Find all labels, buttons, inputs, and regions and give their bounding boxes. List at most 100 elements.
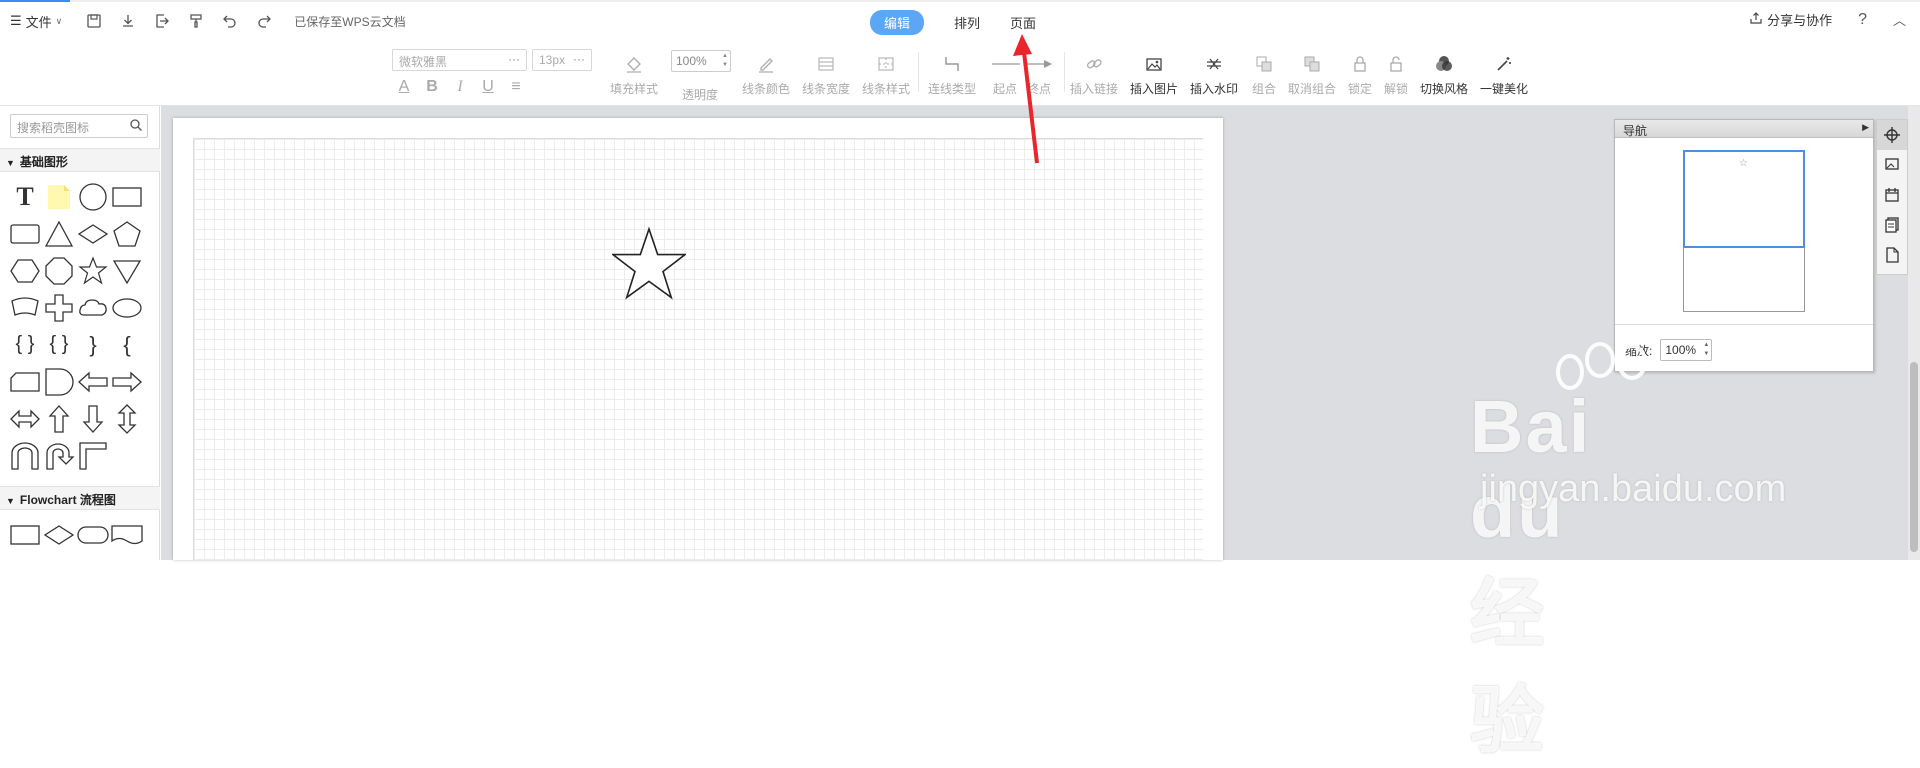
arrow-left-right-shape[interactable]: [8, 400, 42, 437]
arrow-left-shape[interactable]: [76, 363, 110, 400]
font-size-select[interactable]: 13px ···: [532, 49, 592, 71]
empty-cell: [110, 437, 144, 474]
circle-shape[interactable]: [76, 178, 110, 215]
text-shape[interactable]: T: [8, 178, 42, 215]
u-turn-arrow-shape[interactable]: [42, 437, 76, 474]
underline-icon[interactable]: U: [480, 78, 496, 96]
lock-button[interactable]: 锁定: [1348, 48, 1372, 97]
format-painter-icon[interactable]: [186, 11, 206, 31]
collapse-icon[interactable]: ︿: [1893, 10, 1906, 29]
ungroup-label: 取消组合: [1288, 82, 1337, 96]
document-icon[interactable]: [1877, 240, 1907, 270]
line-style-button[interactable]: 线条样式: [862, 48, 910, 97]
card-shape[interactable]: [8, 363, 42, 400]
right-tool-strip: [1876, 119, 1908, 275]
rectangle-shape[interactable]: [110, 178, 144, 215]
search-placeholder: 搜索稻壳图标: [17, 121, 90, 135]
lock-label: 锁定: [1348, 82, 1373, 96]
star-shape-on-canvas[interactable]: [610, 226, 688, 303]
line-width-button[interactable]: 线条宽度: [802, 48, 850, 97]
diagram-page[interactable]: [173, 118, 1223, 560]
line-color-label: 线条颜色: [742, 82, 791, 96]
scrollbar-thumb[interactable]: [1910, 362, 1918, 552]
align-icon[interactable]: ≡: [508, 78, 524, 96]
arrow-up-down-shape[interactable]: [110, 400, 144, 437]
banner-shape[interactable]: [8, 289, 42, 326]
rounded-rect-shape[interactable]: [8, 215, 42, 252]
vertical-scrollbar[interactable]: [1908, 106, 1920, 560]
export-icon[interactable]: [152, 11, 172, 31]
connector-type-button[interactable]: 连线类型: [928, 48, 976, 97]
tab-edit[interactable]: 编辑: [870, 10, 925, 35]
font-color-icon[interactable]: A: [396, 78, 412, 96]
diamond-shape[interactable]: [76, 215, 110, 252]
divider: [1064, 52, 1065, 92]
funnel-shape[interactable]: [110, 252, 144, 289]
font-family-select[interactable]: 微软雅黑 ···: [392, 49, 527, 71]
left-brace-shape[interactable]: {: [110, 326, 144, 363]
octagon-shape[interactable]: [42, 252, 76, 289]
pentagon-shape[interactable]: [110, 215, 144, 252]
redo-icon[interactable]: [254, 11, 274, 31]
insert-link-button[interactable]: 插入链接: [1070, 48, 1118, 97]
calendar-icon[interactable]: [1877, 180, 1907, 210]
bracket-pair-shape[interactable]: { }: [42, 326, 76, 363]
ungroup-button[interactable]: 取消组合: [1288, 48, 1336, 97]
arrow-right-shape[interactable]: [110, 363, 144, 400]
decision-shape[interactable]: [42, 516, 76, 553]
arrow-end-icon: [1024, 48, 1054, 74]
delay-shape[interactable]: [42, 363, 76, 400]
hexagon-shape[interactable]: [8, 252, 42, 289]
insert-watermark-button[interactable]: 插入水印: [1190, 48, 1238, 97]
pages-icon[interactable]: [1877, 210, 1907, 240]
cloud-shape[interactable]: [76, 289, 110, 326]
expand-icon[interactable]: ▶: [1862, 122, 1869, 133]
group-button[interactable]: 组合: [1252, 48, 1276, 97]
cross-shape[interactable]: [42, 289, 76, 326]
start-point-button[interactable]: 起点: [990, 48, 1020, 97]
shape-search-input[interactable]: 搜索稻壳图标: [10, 114, 148, 138]
watermark-icon: [1204, 48, 1224, 74]
category-basic-shapes[interactable]: ▼ 基础图形: [0, 148, 160, 172]
end-point-button[interactable]: 终点: [1024, 48, 1054, 97]
ellipse-shape[interactable]: [110, 289, 144, 326]
tab-page[interactable]: 页面: [1010, 10, 1036, 35]
arrow-down-shape[interactable]: [76, 400, 110, 437]
process-shape[interactable]: [8, 516, 42, 553]
search-icon: [129, 118, 143, 135]
triangle-shape[interactable]: [42, 215, 76, 252]
note-shape[interactable]: [42, 178, 76, 215]
beautify-button[interactable]: 一键美化: [1480, 48, 1528, 97]
image-edit-icon[interactable]: [1877, 150, 1907, 180]
line-color-button[interactable]: 线条颜色: [742, 48, 790, 97]
corner-shape[interactable]: [76, 437, 110, 474]
terminator-shape[interactable]: [76, 516, 110, 553]
fill-style-button[interactable]: 填充样式: [610, 48, 658, 97]
file-menu-button[interactable]: ☰ 文件 ∨: [10, 12, 62, 31]
download-icon[interactable]: [118, 11, 138, 31]
u-turn-shape[interactable]: [8, 437, 42, 474]
right-brace-shape[interactable]: }: [76, 326, 110, 363]
connector-icon: [942, 48, 962, 74]
document-shape[interactable]: [110, 516, 144, 553]
undo-icon[interactable]: [220, 11, 240, 31]
arrow-up-shape[interactable]: [42, 400, 76, 437]
save-icon[interactable]: [84, 11, 104, 31]
opacity-input[interactable]: 100% ▲ ▼: [671, 50, 731, 72]
fill-bucket-icon: [624, 48, 644, 74]
brace-pair-shape[interactable]: { }: [8, 326, 42, 363]
share-button[interactable]: 分享与协作: [1749, 10, 1832, 29]
bold-icon[interactable]: B: [424, 78, 440, 96]
unlock-button[interactable]: 解锁: [1384, 48, 1408, 97]
switch-style-button[interactable]: 切换风格: [1420, 48, 1468, 97]
line-start-icon: [990, 48, 1020, 74]
opacity-button[interactable]: 透明度: [682, 86, 718, 103]
navigator-icon[interactable]: [1877, 120, 1907, 150]
more-icon: ···: [573, 52, 585, 66]
category-flowchart[interactable]: ▼ Flowchart 流程图: [0, 486, 160, 510]
italic-icon[interactable]: I: [452, 78, 468, 96]
help-icon[interactable]: ?: [1858, 11, 1867, 29]
star-shape[interactable]: [76, 252, 110, 289]
insert-image-button[interactable]: 插入图片: [1130, 48, 1178, 97]
tab-arrange[interactable]: 排列: [954, 10, 980, 35]
